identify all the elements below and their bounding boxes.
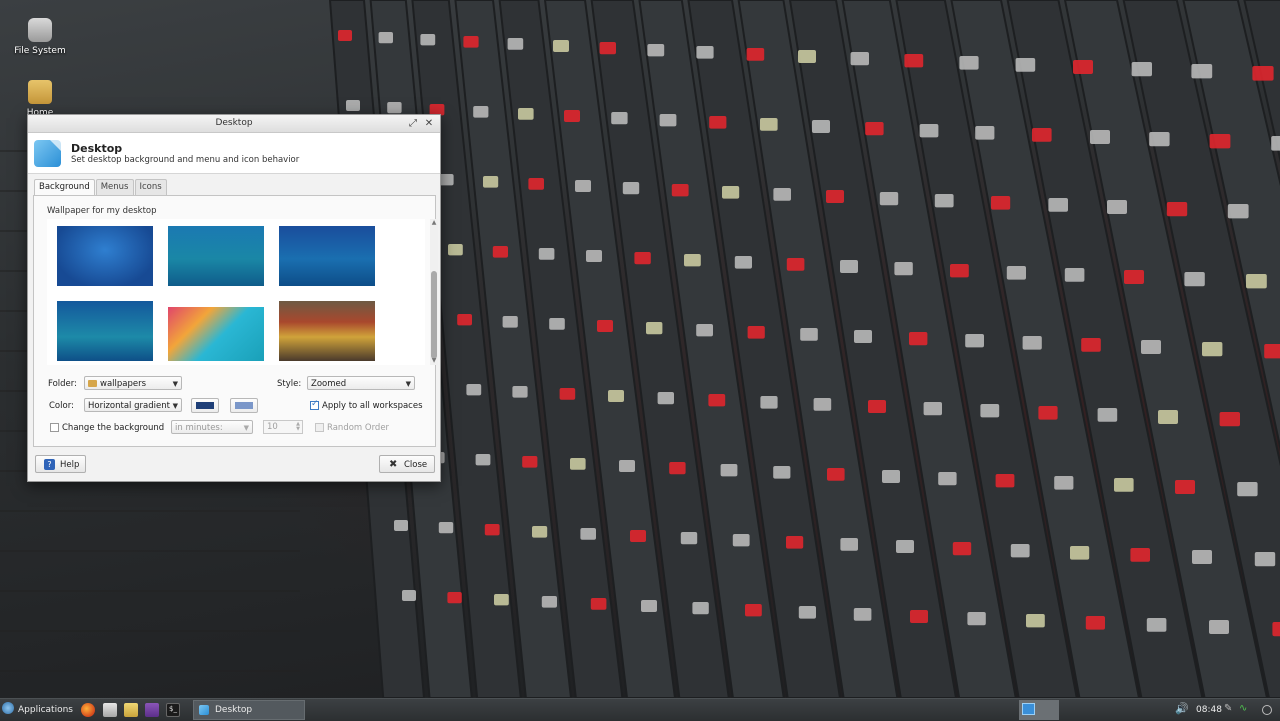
desktop-icon-label: File System bbox=[14, 46, 66, 56]
scroll-up-icon[interactable]: ▲ bbox=[430, 219, 438, 226]
folder-select[interactable]: wallpapers ▼ bbox=[84, 376, 182, 390]
chevron-down-icon: ▼ bbox=[243, 424, 249, 432]
tab-menus[interactable]: Menus bbox=[95, 179, 134, 195]
workspace-switcher[interactable] bbox=[1019, 700, 1059, 720]
help-button[interactable]: ? Help bbox=[35, 455, 86, 473]
applications-menu-button[interactable]: Applications bbox=[2, 699, 73, 721]
desktop-settings-dialog: Desktop ⤢ ✕ Desktop Set desktop backgrou… bbox=[27, 114, 441, 482]
dialog-header: Desktop Set desktop background and menu … bbox=[28, 133, 440, 174]
wallpaper-thumbnail-selected[interactable] bbox=[279, 301, 375, 361]
desktop-icon-home[interactable]: Home bbox=[0, 80, 80, 118]
terminal-icon[interactable]: $_ bbox=[166, 703, 180, 717]
file-manager-icon[interactable] bbox=[124, 703, 138, 717]
apply-all-workspaces-checkbox[interactable] bbox=[310, 399, 319, 410]
color-style-value: Horizontal gradient bbox=[88, 401, 170, 411]
power-icon[interactable] bbox=[1262, 705, 1272, 715]
home-folder-icon bbox=[28, 80, 52, 104]
interval-unit-value: in minutes: bbox=[175, 423, 223, 433]
wallpaper-thumbnail[interactable] bbox=[168, 307, 264, 361]
clock[interactable]: 08:48 bbox=[1196, 699, 1222, 721]
firefox-icon[interactable] bbox=[81, 703, 95, 717]
chevron-down-icon: ▼ bbox=[172, 380, 178, 388]
primary-color-swatch bbox=[196, 402, 214, 409]
close-label: Close bbox=[404, 460, 428, 470]
taskbar: Applications $_ Desktop 🔊 08:48 ✎ ∿ bbox=[0, 698, 1280, 721]
tab-bar: Background Menus Icons bbox=[34, 179, 168, 196]
taskbar-window-label: Desktop bbox=[215, 705, 253, 715]
wallpaper-thumbnail[interactable] bbox=[57, 226, 153, 286]
wallpaper-scrollbar[interactable]: ▲ ▼ bbox=[430, 219, 438, 365]
close-icon: ✖ bbox=[389, 459, 398, 470]
primary-color-button[interactable] bbox=[191, 398, 219, 413]
window-title: Desktop bbox=[215, 118, 253, 128]
close-button[interactable]: ✖ Close bbox=[379, 455, 435, 473]
wallpaper-thumbnail[interactable] bbox=[168, 226, 264, 286]
text-editor-icon[interactable] bbox=[145, 703, 159, 717]
interval-value: 10 bbox=[267, 422, 278, 432]
folder-label: Folder: bbox=[48, 379, 77, 389]
drive-icon bbox=[28, 18, 52, 42]
style-value: Zoomed bbox=[311, 379, 347, 389]
scroll-down-icon[interactable]: ▼ bbox=[430, 357, 438, 364]
style-select[interactable]: Zoomed ▼ bbox=[307, 376, 415, 390]
interval-spinner[interactable]: 10 ▲ ▼ bbox=[263, 420, 303, 434]
window-titlebar[interactable]: Desktop ⤢ ✕ bbox=[28, 115, 440, 133]
header-subtitle: Set desktop background and menu and icon… bbox=[71, 155, 300, 165]
secondary-color-swatch bbox=[235, 402, 253, 409]
folder-value: wallpapers bbox=[100, 379, 147, 389]
apply-all-workspaces-label: Apply to all workspaces bbox=[322, 401, 423, 411]
maximize-icon[interactable]: ⤢ bbox=[406, 115, 420, 132]
color-style-select[interactable]: Horizontal gradient ▼ bbox=[84, 398, 182, 412]
volume-icon[interactable]: 🔊 bbox=[1175, 702, 1189, 715]
system-load-icon[interactable]: ∿ bbox=[1239, 703, 1247, 714]
wallpaper-grid: ▲ ▼ bbox=[47, 219, 438, 365]
change-background-label: Change the background bbox=[62, 423, 165, 433]
taskbar-window-desktop[interactable]: Desktop bbox=[193, 700, 305, 720]
color-label: Color: bbox=[49, 401, 74, 411]
desktop-settings-icon bbox=[34, 140, 61, 167]
background-tab-panel: Wallpaper for my desktop ▲ ▼ Folder: wal… bbox=[33, 195, 438, 447]
random-order-label: Random Order bbox=[327, 423, 390, 433]
chevron-down-icon: ▼ bbox=[172, 402, 178, 410]
window-close-icon[interactable]: ✕ bbox=[422, 115, 436, 132]
wallpaper-thumbnail[interactable] bbox=[57, 301, 153, 361]
network-icon[interactable]: ✎ bbox=[1224, 703, 1232, 714]
wallpaper-thumbnail[interactable] bbox=[279, 226, 375, 286]
chevron-down-icon: ▼ bbox=[405, 380, 411, 388]
tab-background[interactable]: Background bbox=[34, 179, 95, 196]
tab-icons[interactable]: Icons bbox=[134, 179, 167, 195]
change-background-checkbox[interactable] bbox=[50, 423, 59, 432]
applications-logo-icon bbox=[2, 702, 14, 714]
settings-manager-icon[interactable] bbox=[103, 703, 117, 717]
interval-unit-select[interactable]: in minutes: ▼ bbox=[171, 420, 253, 434]
wallpaper-label: Wallpaper for my desktop bbox=[47, 206, 157, 216]
spinner-arrows-icon[interactable]: ▲ ▼ bbox=[296, 422, 300, 432]
help-label: Help bbox=[60, 460, 80, 470]
help-icon: ? bbox=[44, 459, 55, 470]
folder-icon bbox=[88, 380, 97, 387]
secondary-color-button[interactable] bbox=[230, 398, 258, 413]
header-title: Desktop bbox=[71, 142, 123, 155]
style-label: Style: bbox=[277, 379, 302, 389]
workspace-window-preview bbox=[1022, 703, 1035, 715]
desktop-icon-file-system[interactable]: File System bbox=[0, 18, 80, 56]
scrollbar-thumb[interactable] bbox=[431, 271, 437, 359]
applications-label: Applications bbox=[18, 705, 73, 715]
random-order-checkbox[interactable] bbox=[315, 423, 324, 432]
desktop-settings-icon bbox=[199, 705, 209, 715]
